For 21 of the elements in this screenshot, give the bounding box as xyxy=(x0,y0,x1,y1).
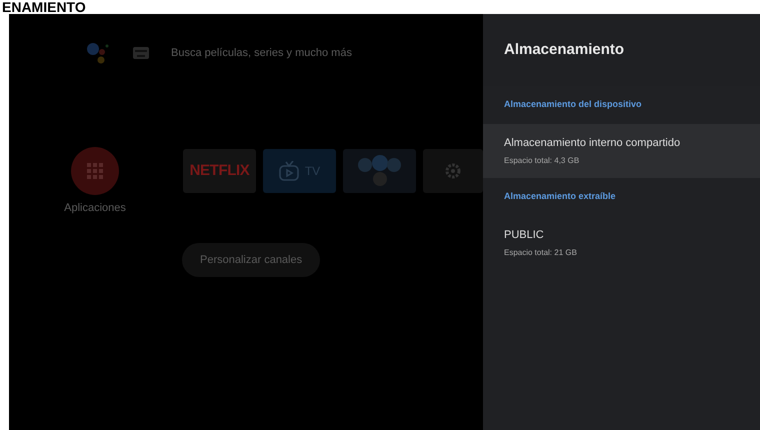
section-header: Almacenamiento extraíble xyxy=(504,190,616,204)
settings-tile[interactable] xyxy=(423,149,483,193)
grid-icon xyxy=(87,163,103,179)
panel-title: Almacenamiento xyxy=(504,40,624,60)
apps-label: Aplicaciones xyxy=(64,201,126,216)
item-subtitle: Espacio total: 4,3 GB xyxy=(504,154,580,167)
apps-button[interactable] xyxy=(71,147,119,195)
keyboard-icon xyxy=(133,47,149,59)
document-heading: ENAMIENTO xyxy=(2,0,86,14)
item-subtitle: Espacio total: 21 GB xyxy=(504,246,578,259)
games-tile[interactable] xyxy=(343,149,416,193)
assistant-dots-icon xyxy=(85,40,111,66)
search-placeholder[interactable]: Busca películas, series y mucho más xyxy=(171,44,352,62)
netflix-tile[interactable]: NETFLIX xyxy=(183,149,256,193)
tv-play-icon xyxy=(278,161,299,181)
section-header: Almacenamiento del dispositivo xyxy=(504,98,642,112)
item-title: Almacenamiento interno compartido xyxy=(504,136,682,152)
settings-icon xyxy=(445,163,461,179)
item-title: PUBLIC xyxy=(504,228,545,244)
storage-item[interactable]: Almacenamiento interno compartido Espacio total: 4,3 GB xyxy=(483,124,760,178)
customize-channels-button[interactable]: Personalizar canales xyxy=(182,243,320,277)
